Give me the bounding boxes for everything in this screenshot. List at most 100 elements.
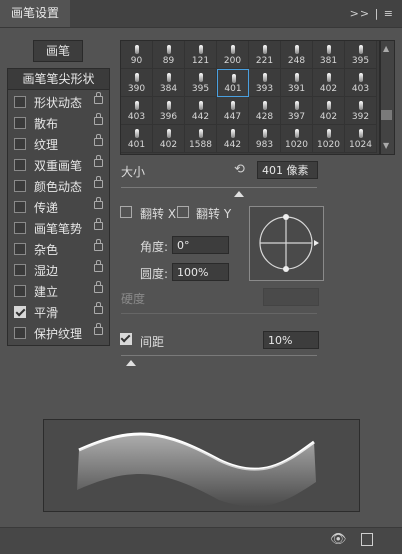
brush-tip-size: 248 bbox=[287, 56, 306, 66]
brush-tip-cell[interactable]: 401 bbox=[121, 125, 153, 153]
brush-option-item[interactable]: 平滑 bbox=[8, 301, 109, 322]
brush-tip-cell[interactable]: 1020 bbox=[281, 125, 313, 153]
brush-tip-cell[interactable]: 402 bbox=[153, 125, 185, 153]
option-checkbox[interactable] bbox=[14, 159, 26, 171]
scrollbar-thumb[interactable] bbox=[381, 110, 392, 120]
brush-tip-cell[interactable]: 89 bbox=[153, 41, 185, 69]
panel-menu-icons[interactable]: >> | ≡ bbox=[350, 7, 394, 20]
lock-icon[interactable] bbox=[94, 92, 103, 104]
lock-icon[interactable] bbox=[94, 197, 103, 209]
size-slider-handle[interactable] bbox=[233, 191, 244, 197]
brush-tip-icon bbox=[231, 101, 235, 110]
brush-tip-cell[interactable]: 428 bbox=[249, 97, 281, 125]
flip-y-checkbox[interactable] bbox=[177, 206, 189, 218]
brush-option-item[interactable]: 传递 bbox=[8, 196, 109, 217]
brush-tip-size: 381 bbox=[319, 56, 338, 66]
brush-option-item[interactable]: 杂色 bbox=[8, 238, 109, 259]
lock-icon[interactable] bbox=[94, 176, 103, 188]
brush-option-item[interactable]: 建立 bbox=[8, 280, 109, 301]
option-checkbox[interactable] bbox=[14, 306, 26, 318]
brush-option-item[interactable]: 画笔笔势 bbox=[8, 217, 109, 238]
size-slider-track[interactable] bbox=[121, 187, 317, 188]
lock-icon[interactable] bbox=[94, 134, 103, 146]
option-checkbox[interactable] bbox=[14, 180, 26, 192]
brush-option-item[interactable]: 湿边 bbox=[8, 259, 109, 280]
brush-tip-icon bbox=[327, 73, 331, 82]
roundness-input[interactable]: 100% bbox=[172, 263, 229, 281]
brush-tip-cell[interactable]: 248 bbox=[281, 41, 313, 69]
reset-size-icon[interactable]: ⟲ bbox=[234, 162, 245, 177]
brush-tip-cell[interactable]: 397 bbox=[281, 97, 313, 125]
brush-tip-size: 442 bbox=[191, 112, 210, 122]
option-checkbox[interactable] bbox=[14, 264, 26, 276]
option-checkbox[interactable] bbox=[14, 243, 26, 255]
option-label: 画笔笔势 bbox=[34, 222, 83, 236]
scroll-up-icon[interactable]: ▲ bbox=[383, 44, 389, 53]
lock-icon[interactable] bbox=[94, 302, 103, 314]
brush-option-item[interactable]: 形状动态 bbox=[8, 91, 109, 112]
brush-tip-cell[interactable]: 1020 bbox=[313, 125, 345, 153]
brush-tip-cell[interactable]: 221 bbox=[249, 41, 281, 69]
brush-tip-cell[interactable]: 390 bbox=[121, 69, 153, 97]
brush-tip-icon bbox=[135, 73, 139, 82]
brush-option-item[interactable]: 纹理 bbox=[8, 133, 109, 154]
option-checkbox[interactable] bbox=[14, 222, 26, 234]
spacing-slider-handle[interactable] bbox=[125, 360, 136, 366]
option-checkbox[interactable] bbox=[14, 201, 26, 213]
brush-tip-cell[interactable]: 1588 bbox=[185, 125, 217, 153]
angle-input[interactable]: 0° bbox=[172, 236, 229, 254]
brush-tip-cell[interactable]: 90 bbox=[121, 41, 153, 69]
lock-icon[interactable] bbox=[94, 281, 103, 293]
lock-icon[interactable] bbox=[94, 239, 103, 251]
brush-option-item[interactable]: 颜色动态 bbox=[8, 175, 109, 196]
brush-tip-cell[interactable]: 384 bbox=[153, 69, 185, 97]
brush-tip-cell[interactable]: 396 bbox=[153, 97, 185, 125]
option-checkbox[interactable] bbox=[14, 96, 26, 108]
brush-tip-cell[interactable]: 402 bbox=[313, 69, 345, 97]
brush-tip-cell[interactable]: 393 bbox=[249, 69, 281, 97]
angle-roundness-widget[interactable] bbox=[249, 206, 324, 281]
toggle-preview-icon[interactable]: 👁 bbox=[330, 532, 347, 547]
option-checkbox[interactable] bbox=[14, 327, 26, 339]
brush-tip-cell[interactable]: 392 bbox=[345, 97, 377, 125]
brush-tip-cell[interactable]: 442 bbox=[217, 125, 249, 153]
spacing-slider-track[interactable] bbox=[121, 355, 317, 356]
brush-tip-cell[interactable]: 121 bbox=[185, 41, 217, 69]
brush-tip-cell[interactable]: 1024 bbox=[345, 125, 377, 153]
brush-tip-cell[interactable]: 403 bbox=[121, 97, 153, 125]
brush-option-item[interactable]: 双重画笔 bbox=[8, 154, 109, 175]
brush-tip-cell[interactable]: 395 bbox=[185, 69, 217, 97]
brush-tip-cell[interactable]: 391 bbox=[281, 69, 313, 97]
brush-tip-size: 402 bbox=[319, 112, 338, 122]
lock-icon[interactable] bbox=[94, 323, 103, 335]
lock-icon[interactable] bbox=[94, 218, 103, 230]
brush-tip-cell[interactable]: 381 bbox=[313, 41, 345, 69]
scroll-down-icon[interactable]: ▼ bbox=[383, 141, 389, 150]
option-label: 传递 bbox=[34, 201, 59, 215]
brush-tip-cell[interactable]: 200 bbox=[217, 41, 249, 69]
brush-presets-button[interactable]: 画笔 bbox=[33, 40, 83, 62]
option-checkbox[interactable] bbox=[14, 285, 26, 297]
brush-tip-cell[interactable]: 447 bbox=[217, 97, 249, 125]
lock-icon[interactable] bbox=[94, 260, 103, 272]
brush-tip-cell[interactable]: 403 bbox=[345, 69, 377, 97]
spacing-checkbox[interactable] bbox=[120, 332, 132, 345]
brush-option-item[interactable]: 保护纹理 bbox=[8, 322, 109, 343]
brush-tip-cell[interactable]: 983 bbox=[249, 125, 281, 153]
lock-icon[interactable] bbox=[94, 113, 103, 125]
brush-grid-scrollbar[interactable] bbox=[380, 40, 395, 155]
option-checkbox[interactable] bbox=[14, 138, 26, 150]
brush-option-item[interactable]: 散布 bbox=[8, 112, 109, 133]
brush-tip-cell[interactable]: 401 bbox=[217, 69, 249, 97]
brush-tip-cell[interactable]: 402 bbox=[313, 97, 345, 125]
option-checkbox[interactable] bbox=[14, 117, 26, 129]
tab-brush-settings[interactable]: 画笔设置 bbox=[0, 0, 70, 27]
brush-tip-shape-item[interactable]: 画笔笔尖形状 bbox=[8, 69, 109, 90]
size-input[interactable]: 401 像素 bbox=[257, 161, 318, 179]
flip-x-checkbox[interactable] bbox=[120, 206, 132, 218]
spacing-input[interactable]: 10% bbox=[263, 331, 319, 349]
brush-tip-cell[interactable]: 395 bbox=[345, 41, 377, 69]
lock-icon[interactable] bbox=[94, 155, 103, 167]
brush-tip-cell[interactable]: 442 bbox=[185, 97, 217, 125]
new-brush-icon[interactable] bbox=[361, 533, 373, 546]
